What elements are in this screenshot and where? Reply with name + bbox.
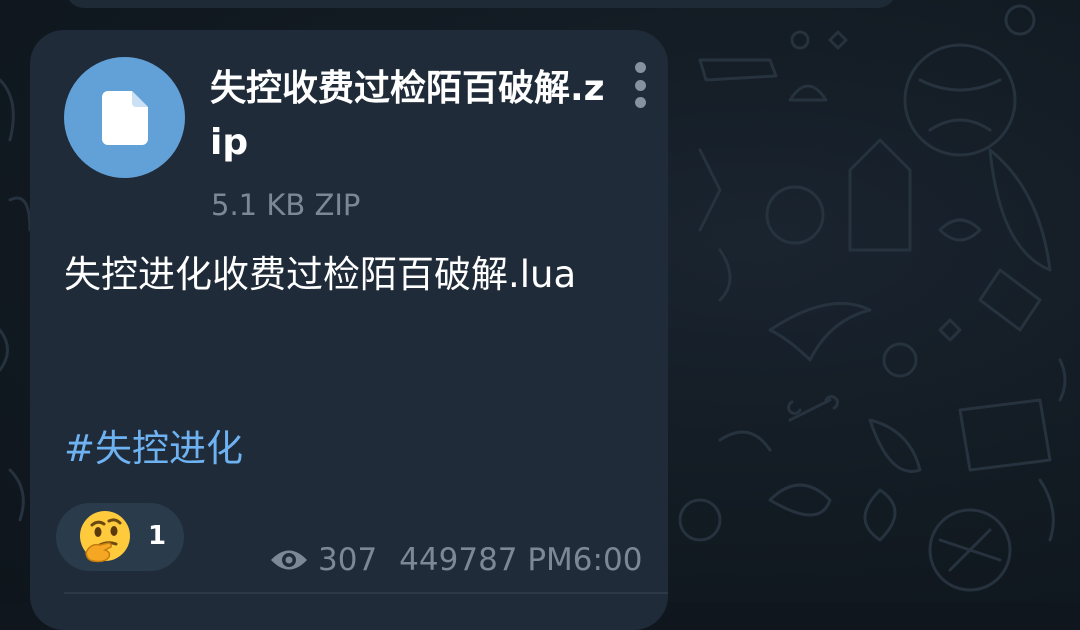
document-icon: [101, 90, 148, 145]
previous-message-bubble-edge: [66, 0, 896, 8]
message-meta: 307 449787 PM6:00: [270, 538, 642, 582]
view-count: 307: [318, 542, 378, 578]
menu-dot: [634, 62, 646, 73]
thinking-face-emoji: [80, 511, 130, 563]
file-name[interactable]: 失控收费过检陌百破解.zip: [210, 62, 610, 170]
eye-icon: [271, 550, 307, 570]
message-caption: 失控进化收费过检陌百破解.lua: [64, 253, 577, 296]
reaction-count: 1: [148, 521, 167, 551]
author-and-time: 449787 PM6:00: [399, 542, 643, 578]
file-download-button[interactable]: [64, 57, 185, 178]
bubble-divider: [64, 592, 668, 594]
menu-dot: [634, 97, 646, 108]
file-size: 5.1 KB ZIP: [211, 188, 361, 222]
hashtag-link[interactable]: #失控进化: [64, 422, 243, 476]
reaction-chip[interactable]: 1: [56, 503, 184, 571]
menu-dot: [634, 79, 646, 91]
more-vertical-icon[interactable]: [626, 62, 654, 108]
